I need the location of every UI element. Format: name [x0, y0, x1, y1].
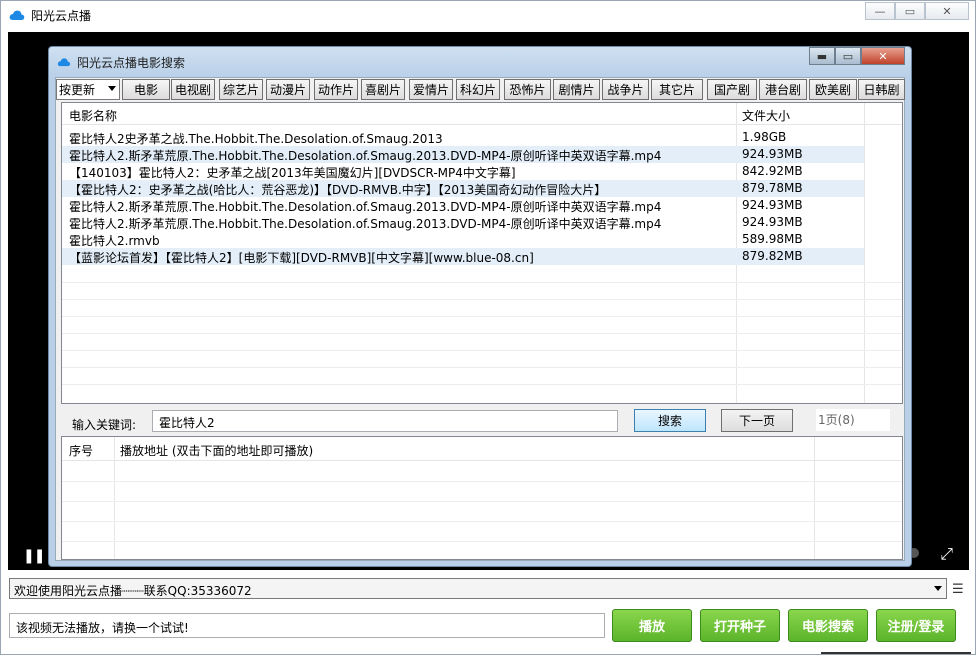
category-bar: 按更新 电影 电视剧 综艺片 动漫片 动作片 喜剧片 爱情片 科幻片 恐怖片 剧…: [56, 79, 905, 101]
table-row[interactable]: 【霍比特人2：史矛革之战(哈比人：荒谷恶龙)】【DVD-RMVB.中字】【201…: [62, 180, 864, 197]
dialog-close-button[interactable]: ✕: [861, 47, 905, 65]
register-login-button[interactable]: 注册/登录: [876, 609, 956, 642]
category-button-comedy[interactable]: 喜剧片: [361, 79, 405, 100]
row-size: 589.98MB: [742, 232, 803, 246]
column-header-size[interactable]: 文件大小: [742, 107, 790, 124]
message-field[interactable]: 该视频无法播放，请换一个试试!: [9, 613, 605, 638]
column-header-url[interactable]: 播放地址 (双击下面的地址即可播放): [120, 442, 313, 459]
next-page-button[interactable]: 下一页: [721, 409, 793, 432]
grid-line: [62, 316, 902, 317]
row-name: 【霍比特人2：史矛革之战(哈比人：荒谷恶龙)】【DVD-RMVB.中字】【201…: [69, 183, 607, 197]
table-row[interactable]: 霍比特人2.斯矛革荒原.The.Hobbit.The.Desolation.of…: [62, 146, 864, 163]
row-name: 霍比特人2.rmvb: [69, 234, 160, 248]
play-button[interactable]: 播放: [612, 609, 692, 642]
page-info: 1页(8): [816, 409, 890, 431]
status-text: 欢迎使用阳光云点播┈┈┈联系QQ:35336072: [14, 584, 252, 598]
table-row[interactable]: 霍比特人2.斯矛革荒原.The.Hobbit.The.Desolation.of…: [62, 214, 864, 231]
row-name: 霍比特人2.斯矛革荒原.The.Hobbit.The.Desolation.of…: [69, 200, 662, 214]
column-divider: [864, 103, 865, 403]
row-name: 【蓝影论坛首发】【霍比特人2】[电影下载][DVD-RMVB][中文字幕][ww…: [69, 251, 534, 265]
fullscreen-icon[interactable]: ⤢: [940, 544, 953, 564]
category-button-drama[interactable]: 剧情片: [553, 79, 600, 100]
grid-line: [62, 521, 902, 522]
results-list[interactable]: 电影名称 文件大小 霍比特人2史矛革之战.The.Hobbit.The.Deso…: [61, 102, 903, 404]
chevron-down-icon: [108, 86, 116, 91]
category-button-action[interactable]: 动作片: [314, 79, 358, 100]
row-size: 879.78MB: [742, 181, 803, 195]
grid-line: [62, 282, 902, 283]
status-select[interactable]: 欢迎使用阳光云点播┈┈┈联系QQ:35336072: [9, 578, 947, 599]
category-button-romance[interactable]: 爱情片: [409, 79, 453, 100]
row-name: 【140103】霍比特人2：史矛革之战[2013年美国魔幻片][DVDSCR-M…: [69, 166, 516, 180]
category-button-jpkr[interactable]: 日韩剧: [858, 79, 905, 100]
list-icon[interactable]: ☰: [952, 582, 964, 597]
row-name: 霍比特人2.斯矛革荒原.The.Hobbit.The.Desolation.of…: [69, 217, 662, 231]
sort-select-value: 按更新: [59, 83, 96, 97]
category-button-horror[interactable]: 恐怖片: [504, 79, 551, 100]
category-button-tv[interactable]: 电视剧: [171, 79, 215, 100]
dialog-title-bar: 阳光云点播电影搜索: [57, 51, 185, 73]
title-bar: 阳光云点播 — ▭ ✕: [1, 1, 975, 31]
category-button-western[interactable]: 欧美剧: [809, 79, 857, 100]
dialog-title: 阳光云点播电影搜索: [77, 55, 186, 70]
table-row[interactable]: 霍比特人2.斯矛革荒原.The.Hobbit.The.Desolation.of…: [62, 197, 864, 214]
category-button-war[interactable]: 战争片: [602, 79, 649, 100]
grid-line: [62, 350, 902, 351]
row-size: 1.98GB: [742, 130, 787, 144]
grid-line: [62, 541, 902, 542]
row-size: 842.92MB: [742, 164, 803, 178]
cloud-icon: [9, 10, 25, 20]
grid-line: [62, 481, 902, 482]
minimize-button[interactable]: —: [865, 2, 895, 20]
category-button-other[interactable]: 其它片: [651, 79, 703, 100]
grid-line: [62, 333, 902, 334]
row-size: 924.93MB: [742, 198, 803, 212]
row-size: 924.93MB: [742, 147, 803, 161]
table-row[interactable]: 霍比特人2史矛革之战.The.Hobbit.The.Desolation.of.…: [62, 129, 864, 146]
window-title: 阳光云点播: [31, 9, 92, 23]
dialog-maximize-button[interactable]: ▭: [835, 47, 861, 65]
movie-search-button[interactable]: 电影搜索: [788, 609, 868, 642]
grid-line: [62, 384, 902, 385]
dialog-body: 按更新 电影 电视剧 综艺片 动漫片 动作片 喜剧片 爱情片 科幻片 恐怖片 剧…: [55, 77, 905, 561]
playlist-header: 序号 播放地址 (双击下面的地址即可播放): [62, 437, 902, 461]
chevron-down-icon: [934, 586, 942, 591]
keyword-input[interactable]: 霍比特人2: [152, 410, 618, 432]
restore-button[interactable]: ▭: [895, 2, 925, 20]
table-row[interactable]: 【140103】霍比特人2：史矛革之战[2013年美国魔幻片][DVDSCR-M…: [62, 163, 864, 180]
close-button[interactable]: ✕: [925, 2, 969, 20]
movie-search-dialog: 阳光云点播电影搜索 ▬ ▭ ✕ 按更新 电影 电视剧 综艺片 动漫片 动作片 喜…: [48, 46, 912, 567]
category-button-scifi[interactable]: 科幻片: [456, 79, 500, 100]
table-row[interactable]: 霍比特人2.rmvb 589.98MB: [62, 231, 864, 248]
row-size: 924.93MB: [742, 215, 803, 229]
row-name: 霍比特人2史矛革之战.The.Hobbit.The.Desolation.of.…: [69, 132, 443, 146]
column-header-name[interactable]: 电影名称: [69, 107, 117, 124]
grid-line: [62, 501, 902, 502]
grid-line: [62, 299, 902, 300]
category-button-hktw[interactable]: 港台剧: [759, 79, 807, 100]
row-name: 霍比特人2.斯矛革荒原.The.Hobbit.The.Desolation.of…: [69, 149, 662, 163]
table-row[interactable]: 【蓝影论坛首发】【霍比特人2】[电影下载][DVD-RMVB][中文字幕][ww…: [62, 248, 864, 265]
category-button-variety[interactable]: 综艺片: [219, 79, 263, 100]
search-button[interactable]: 搜索: [634, 409, 706, 432]
row-size: 879.82MB: [742, 249, 803, 263]
bottom-edge-line: [821, 652, 971, 654]
category-button-anime[interactable]: 动漫片: [266, 79, 310, 100]
sort-select[interactable]: 按更新: [56, 79, 120, 100]
cloud-icon: [57, 58, 71, 67]
play-url-list[interactable]: 序号 播放地址 (双击下面的地址即可播放): [61, 436, 903, 560]
grid-line: [62, 367, 902, 368]
results-header: 电影名称 文件大小: [62, 103, 902, 125]
main-window: 阳光云点播 — ▭ ✕ ❚❚ ⤢ 阳光云点播电影搜索 ▬ ▭ ✕ 按更新 电影 …: [0, 0, 976, 655]
pause-icon[interactable]: ❚❚: [23, 548, 45, 564]
column-header-index[interactable]: 序号: [69, 442, 93, 459]
dialog-minimize-button[interactable]: ▬: [809, 47, 835, 65]
keyword-label: 输入关键词:: [72, 418, 137, 432]
open-seed-button[interactable]: 打开种子: [700, 609, 780, 642]
category-button-movie[interactable]: 电影: [122, 79, 170, 100]
category-button-domestic[interactable]: 国产剧: [707, 79, 757, 100]
